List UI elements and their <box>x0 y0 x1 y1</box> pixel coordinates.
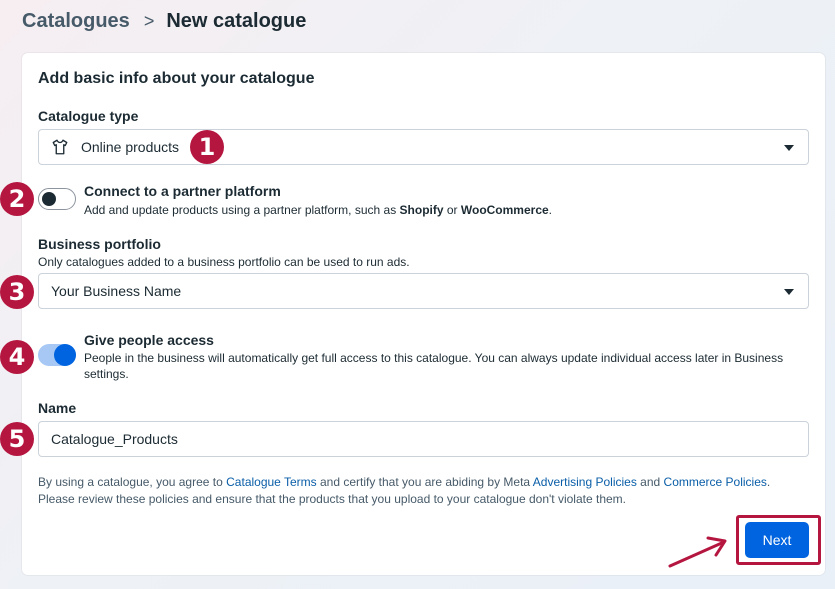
t-shirt-icon <box>52 139 68 155</box>
name-input[interactable]: Catalogue_Products <box>38 421 809 457</box>
terms-text: Please review these policies and ensure … <box>38 492 626 506</box>
step-marker-4: 4 <box>0 340 34 374</box>
caret-down-icon <box>784 289 794 295</box>
people-access-title: Give people access <box>84 332 214 348</box>
catalogue-type-value: Online products <box>81 139 180 155</box>
catalogue-type-select[interactable]: Online products <box>38 129 809 165</box>
people-access-description: People in the business will automaticall… <box>84 351 784 381</box>
caret-down-icon <box>784 145 794 151</box>
card-title: Add basic info about your catalogue <box>38 70 315 87</box>
commerce-policies-link[interactable]: Commerce Policies <box>664 475 767 489</box>
name-label: Name <box>38 400 77 416</box>
description-text: or <box>443 203 461 217</box>
business-portfolio-select[interactable]: Your Business Name <box>38 273 809 309</box>
advertising-policies-link[interactable]: Advertising Policies <box>533 475 637 489</box>
arrow-annotation-icon <box>668 536 727 568</box>
catalogue-terms-link[interactable]: Catalogue Terms <box>226 475 317 489</box>
description-text: Add and update products using a partner … <box>84 203 400 217</box>
breadcrumb: Catalogues > New catalogue <box>22 8 306 34</box>
catalogue-form-card: Add basic info about your catalogue Cata… <box>22 53 825 575</box>
terms-text: and <box>636 475 664 489</box>
shopify-text: Shopify <box>399 203 444 217</box>
partner-platform-toggle[interactable] <box>38 188 76 210</box>
terms-text: By using a catalogue, you agree to <box>38 475 227 489</box>
terms-notice: By using a catalogue, you agree to Catal… <box>38 474 808 508</box>
toggle-knob <box>54 344 76 366</box>
woocommerce-text: WooCommerce <box>460 203 549 217</box>
step-marker-1: 1 <box>190 130 224 164</box>
step-marker-3: 3 <box>0 275 34 309</box>
next-button[interactable]: Next <box>745 522 809 558</box>
step-marker-5: 5 <box>0 422 34 456</box>
toggle-knob <box>42 192 56 206</box>
business-portfolio-value: Your Business Name <box>51 283 182 299</box>
page-title: New catalogue <box>166 9 307 32</box>
catalogue-type-label: Catalogue type <box>38 108 139 124</box>
terms-text: . <box>766 475 771 489</box>
business-portfolio-helper: Only catalogues added to a business port… <box>38 255 410 269</box>
name-input-value: Catalogue_Products <box>51 431 178 447</box>
business-portfolio-label: Business portfolio <box>38 236 161 252</box>
partner-platform-title: Connect to a partner platform <box>84 183 281 199</box>
step-marker-2: 2 <box>0 182 34 216</box>
people-access-toggle[interactable] <box>38 344 76 366</box>
breadcrumb-catalogues-link[interactable]: Catalogues <box>22 10 130 33</box>
terms-text: and certify that you are abiding by Meta <box>316 475 533 489</box>
partner-platform-description: Add and update products using a partner … <box>84 202 804 218</box>
chevron-right-icon: > <box>143 10 155 31</box>
description-text: . <box>548 203 553 217</box>
